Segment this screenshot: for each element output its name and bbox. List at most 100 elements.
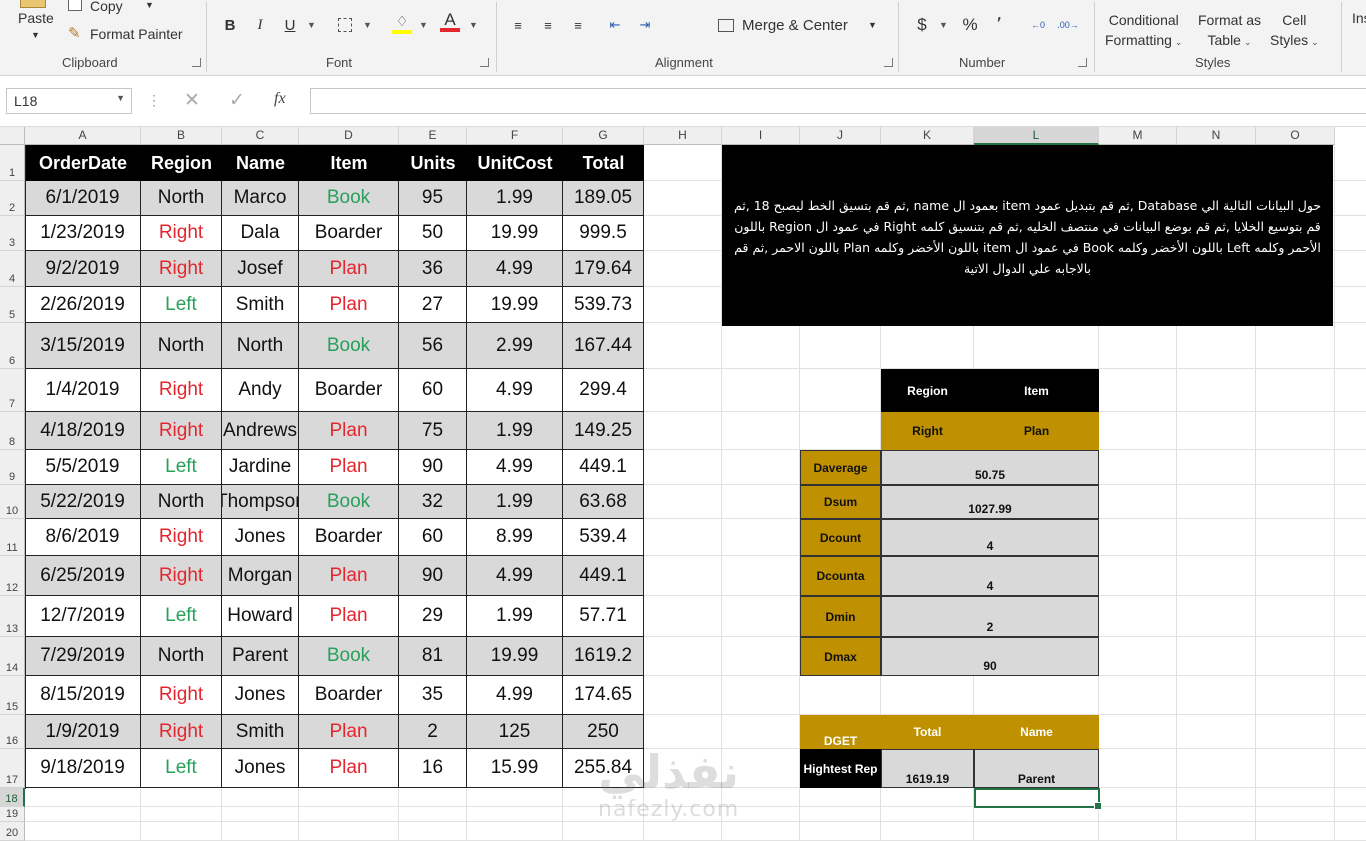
table-cell[interactable]: Parent xyxy=(222,637,299,676)
table-cell[interactable]: 189.05 xyxy=(563,181,644,216)
table-cell[interactable]: Boarder xyxy=(299,519,399,556)
table-cell[interactable]: 50 xyxy=(399,216,467,251)
dget-header-total[interactable]: Total xyxy=(881,715,974,749)
column-header-o[interactable]: O xyxy=(1256,127,1335,145)
table-cell[interactable]: Plan xyxy=(299,596,399,637)
table-cell[interactable]: 4.99 xyxy=(467,676,563,715)
font-launcher-icon[interactable] xyxy=(480,58,489,67)
table-cell[interactable]: 75 xyxy=(399,412,467,450)
active-cell-selection[interactable] xyxy=(974,788,1102,810)
merge-center-icon[interactable] xyxy=(716,13,736,37)
table-cell[interactable]: 32 xyxy=(399,485,467,519)
table-cell[interactable]: 3/15/2019 xyxy=(25,323,141,369)
align-left-icon[interactable]: ≡ xyxy=(508,13,528,37)
row-header-4[interactable]: 4 xyxy=(0,251,25,287)
table-cell[interactable]: Smith xyxy=(222,715,299,749)
table-cell[interactable]: 8.99 xyxy=(467,519,563,556)
name-box-dropdown-icon[interactable]: ▼ xyxy=(116,93,125,103)
table-header-cell[interactable]: Region xyxy=(141,145,222,181)
table-cell[interactable]: 12/7/2019 xyxy=(25,596,141,637)
table-cell[interactable]: 449.1 xyxy=(563,556,644,596)
table-header-cell[interactable]: OrderDate xyxy=(25,145,141,181)
criteria-header-item[interactable]: Item xyxy=(974,369,1099,412)
decrease-indent-icon[interactable]: ⇤ xyxy=(604,13,626,37)
format-as-table-button[interactable]: Format as Table ⌄ xyxy=(1198,10,1261,52)
table-cell[interactable]: 5/5/2019 xyxy=(25,450,141,485)
table-cell[interactable]: 125 xyxy=(467,715,563,749)
table-cell[interactable]: Dala xyxy=(222,216,299,251)
function-name-cell[interactable]: Dsum xyxy=(800,485,881,519)
table-cell[interactable]: Andrews xyxy=(222,412,299,450)
column-header-m[interactable]: M xyxy=(1099,127,1177,145)
copy-button[interactable]: Copy xyxy=(90,0,123,14)
row-header-3[interactable]: 3 xyxy=(0,216,25,251)
table-cell[interactable]: Jardine xyxy=(222,450,299,485)
function-name-cell[interactable]: Dmax xyxy=(800,637,881,676)
borders-dropdown-icon[interactable]: ▼ xyxy=(360,13,372,37)
row-header-16[interactable]: 16 xyxy=(0,715,25,749)
column-header-j[interactable]: J xyxy=(800,127,881,145)
dget-label[interactable]: DGET xyxy=(800,715,881,749)
table-cell[interactable]: 4/18/2019 xyxy=(25,412,141,450)
table-cell[interactable]: Andy xyxy=(222,369,299,412)
table-cell[interactable]: 999.5 xyxy=(563,216,644,251)
table-cell[interactable]: Book xyxy=(299,485,399,519)
copy-dropdown-icon[interactable]: ▼ xyxy=(145,0,154,10)
table-cell[interactable]: Plan xyxy=(299,556,399,596)
column-header-k[interactable]: K xyxy=(881,127,974,145)
table-cell[interactable]: 16 xyxy=(399,749,467,788)
table-cell[interactable]: 1/9/2019 xyxy=(25,715,141,749)
underline-dropdown-icon[interactable]: ▼ xyxy=(304,13,316,37)
table-cell[interactable]: North xyxy=(141,637,222,676)
table-cell[interactable]: 8/6/2019 xyxy=(25,519,141,556)
paste-dropdown-icon[interactable]: ▼ xyxy=(31,30,40,40)
column-header-b[interactable]: B xyxy=(141,127,222,145)
worksheet-grid[interactable]: ABCDEFGHIJKLMNO 1 2 3 4 5 6 7 8 9 10 11 12 13 14 15 16 1… xyxy=(0,127,1366,841)
table-cell[interactable]: 1.99 xyxy=(467,596,563,637)
table-cell[interactable]: 35 xyxy=(399,676,467,715)
row-header-6[interactable]: 6 xyxy=(0,323,25,369)
underline-button[interactable]: U xyxy=(280,13,300,37)
paste-icon[interactable] xyxy=(20,0,46,8)
row-header-17[interactable]: 17 xyxy=(0,749,25,788)
table-cell[interactable]: Right xyxy=(141,519,222,556)
table-cell[interactable]: 27 xyxy=(399,287,467,323)
function-name-cell[interactable]: Daverage xyxy=(800,450,881,485)
increase-indent-icon[interactable]: ⇥ xyxy=(634,13,656,37)
bold-button[interactable]: B xyxy=(220,13,240,37)
increase-decimal-icon[interactable]: ←0 xyxy=(1026,13,1050,37)
table-cell[interactable]: Book xyxy=(299,323,399,369)
italic-button[interactable]: I xyxy=(250,13,270,37)
table-cell[interactable]: 255.84 xyxy=(563,749,644,788)
table-cell[interactable]: 63.68 xyxy=(563,485,644,519)
paste-button[interactable]: Paste xyxy=(18,10,54,26)
table-cell[interactable]: 2.99 xyxy=(467,323,563,369)
align-right-icon[interactable]: ≡ xyxy=(568,13,588,37)
merge-dropdown-icon[interactable]: ▼ xyxy=(868,20,877,30)
table-cell[interactable]: 6/1/2019 xyxy=(25,181,141,216)
cancel-icon[interactable]: ✕ xyxy=(184,89,200,112)
table-cell[interactable]: Marco xyxy=(222,181,299,216)
row-header-19[interactable]: 19 xyxy=(0,807,25,822)
table-cell[interactable]: 7/29/2019 xyxy=(25,637,141,676)
table-cell[interactable]: North xyxy=(141,181,222,216)
row-header-11[interactable]: 11 xyxy=(0,519,25,556)
row-header-7[interactable]: 7 xyxy=(0,369,25,412)
table-cell[interactable]: 9/18/2019 xyxy=(25,749,141,788)
table-cell[interactable]: Right xyxy=(141,676,222,715)
table-cell[interactable]: Right xyxy=(141,251,222,287)
format-painter-icon[interactable]: ✎ xyxy=(68,24,81,42)
table-cell[interactable]: Boarder xyxy=(299,676,399,715)
table-cell[interactable]: Left xyxy=(141,450,222,485)
formula-input[interactable] xyxy=(310,88,1366,114)
table-cell[interactable]: 1619.2 xyxy=(563,637,644,676)
table-cell[interactable]: Boarder xyxy=(299,216,399,251)
table-cell[interactable]: 81 xyxy=(399,637,467,676)
table-header-cell[interactable]: UnitCost xyxy=(467,145,563,181)
dget-header-name[interactable]: Name xyxy=(974,715,1099,749)
row-header-13[interactable]: 13 xyxy=(0,596,25,637)
alignment-launcher-icon[interactable] xyxy=(884,58,893,67)
table-cell[interactable]: 1/4/2019 xyxy=(25,369,141,412)
table-cell[interactable]: Smith xyxy=(222,287,299,323)
insert-function-icon[interactable]: fx xyxy=(274,90,286,108)
